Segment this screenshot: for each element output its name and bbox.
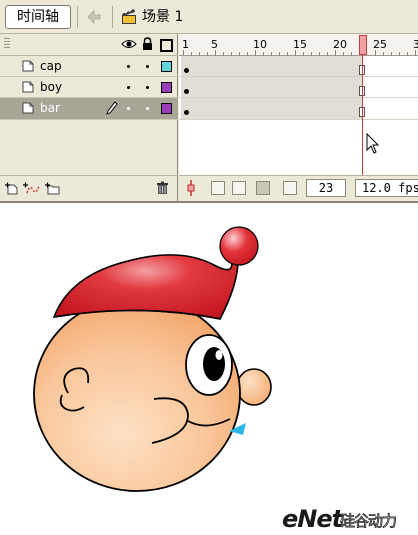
cartoon-boy-artwork[interactable]	[0, 203, 418, 535]
layer-name: cap	[40, 59, 62, 73]
lock-dot[interactable]	[146, 65, 149, 68]
scene-label[interactable]: 场景 1	[142, 9, 183, 25]
timeline-button[interactable]: 时间轴	[5, 5, 71, 29]
center-frame-icon[interactable]	[185, 180, 197, 196]
frame-rate-field[interactable]: 12.0 fps	[355, 179, 418, 197]
stage[interactable]: eNet 硅谷动力	[0, 203, 418, 535]
layer-page-icon	[22, 60, 34, 72]
outline-color-swatch[interactable]	[161, 61, 172, 72]
mouse-cursor-icon	[366, 133, 380, 154]
layer-row-bar[interactable]: bar	[0, 98, 178, 120]
insert-folder-icon[interactable]	[45, 182, 61, 195]
watermark-site-name: 硅谷动力	[340, 512, 398, 531]
layer-list: cap boy bar	[0, 34, 178, 201]
edit-bar: 时间轴 场景 1	[0, 0, 418, 34]
ruler-number: 15	[293, 38, 307, 51]
outline-color-swatch[interactable]	[161, 103, 172, 114]
frame-ruler[interactable]: 1 5 10 15 20 25 3	[179, 34, 418, 56]
frame-row-bar[interactable]	[179, 98, 418, 120]
layer-toolbar	[0, 175, 178, 201]
keyframe[interactable]	[184, 68, 189, 73]
ruler-number: 3	[413, 38, 418, 51]
frame-span[interactable]	[181, 98, 363, 119]
ruler-number: 20	[333, 38, 347, 51]
frame-span[interactable]	[181, 56, 363, 76]
visibility-dot[interactable]	[127, 86, 130, 89]
timeline-panel: cap boy bar 1 5 10 15 20 25 3 23 12.0 fp…	[0, 34, 418, 201]
panel-grip[interactable]	[4, 38, 10, 50]
ruler-number: 5	[211, 38, 218, 51]
frames-toolbar: 23 12.0 fps	[179, 175, 418, 201]
ruler-number: 10	[253, 38, 267, 51]
playhead-line	[362, 55, 363, 175]
trash-icon[interactable]	[156, 181, 169, 195]
add-motion-guide-icon[interactable]	[23, 182, 41, 195]
layer-name: bar	[40, 101, 60, 115]
visibility-dot[interactable]	[127, 65, 130, 68]
pencil-icon	[106, 101, 118, 115]
visibility-dot[interactable]	[127, 107, 130, 110]
layer-page-icon	[22, 102, 34, 114]
toolbar-divider	[112, 6, 113, 28]
keyframe[interactable]	[184, 89, 189, 94]
layer-row-cap[interactable]: cap	[0, 56, 178, 77]
ruler-number: 25	[373, 38, 387, 51]
edit-multiple-frames-button[interactable]	[256, 181, 270, 195]
insert-layer-icon[interactable]	[5, 182, 19, 195]
scene-clapper-icon	[122, 9, 136, 24]
modify-onion-markers-button[interactable]	[283, 181, 297, 195]
frame-span[interactable]	[181, 77, 363, 97]
frames-area[interactable]: 1 5 10 15 20 25 3 23 12.0 fps	[179, 34, 418, 201]
current-frame-field[interactable]: 23	[306, 179, 346, 197]
lock-dot[interactable]	[146, 107, 149, 110]
layer-header	[0, 34, 178, 56]
playhead[interactable]	[359, 35, 367, 55]
boy-figure	[33, 226, 272, 492]
ruler-number: 1	[182, 38, 189, 51]
onion-skin-outlines-button[interactable]	[232, 181, 246, 195]
lock-icon[interactable]	[142, 37, 153, 51]
back-arrow-icon[interactable]	[84, 7, 104, 27]
toolbar-divider	[77, 6, 78, 28]
layer-row-boy[interactable]: boy	[0, 77, 178, 98]
eye-icon[interactable]	[121, 38, 137, 50]
frame-row-cap[interactable]	[179, 56, 418, 77]
keyframe[interactable]	[184, 110, 189, 115]
layer-name: boy	[40, 80, 63, 94]
outline-square-icon[interactable]	[160, 39, 173, 52]
onion-skin-button[interactable]	[211, 181, 225, 195]
lock-dot[interactable]	[146, 86, 149, 89]
frame-row-boy[interactable]	[179, 77, 418, 98]
outline-color-swatch[interactable]	[161, 82, 172, 93]
watermark-logo: eNet	[282, 505, 343, 533]
layer-page-icon	[22, 81, 34, 93]
